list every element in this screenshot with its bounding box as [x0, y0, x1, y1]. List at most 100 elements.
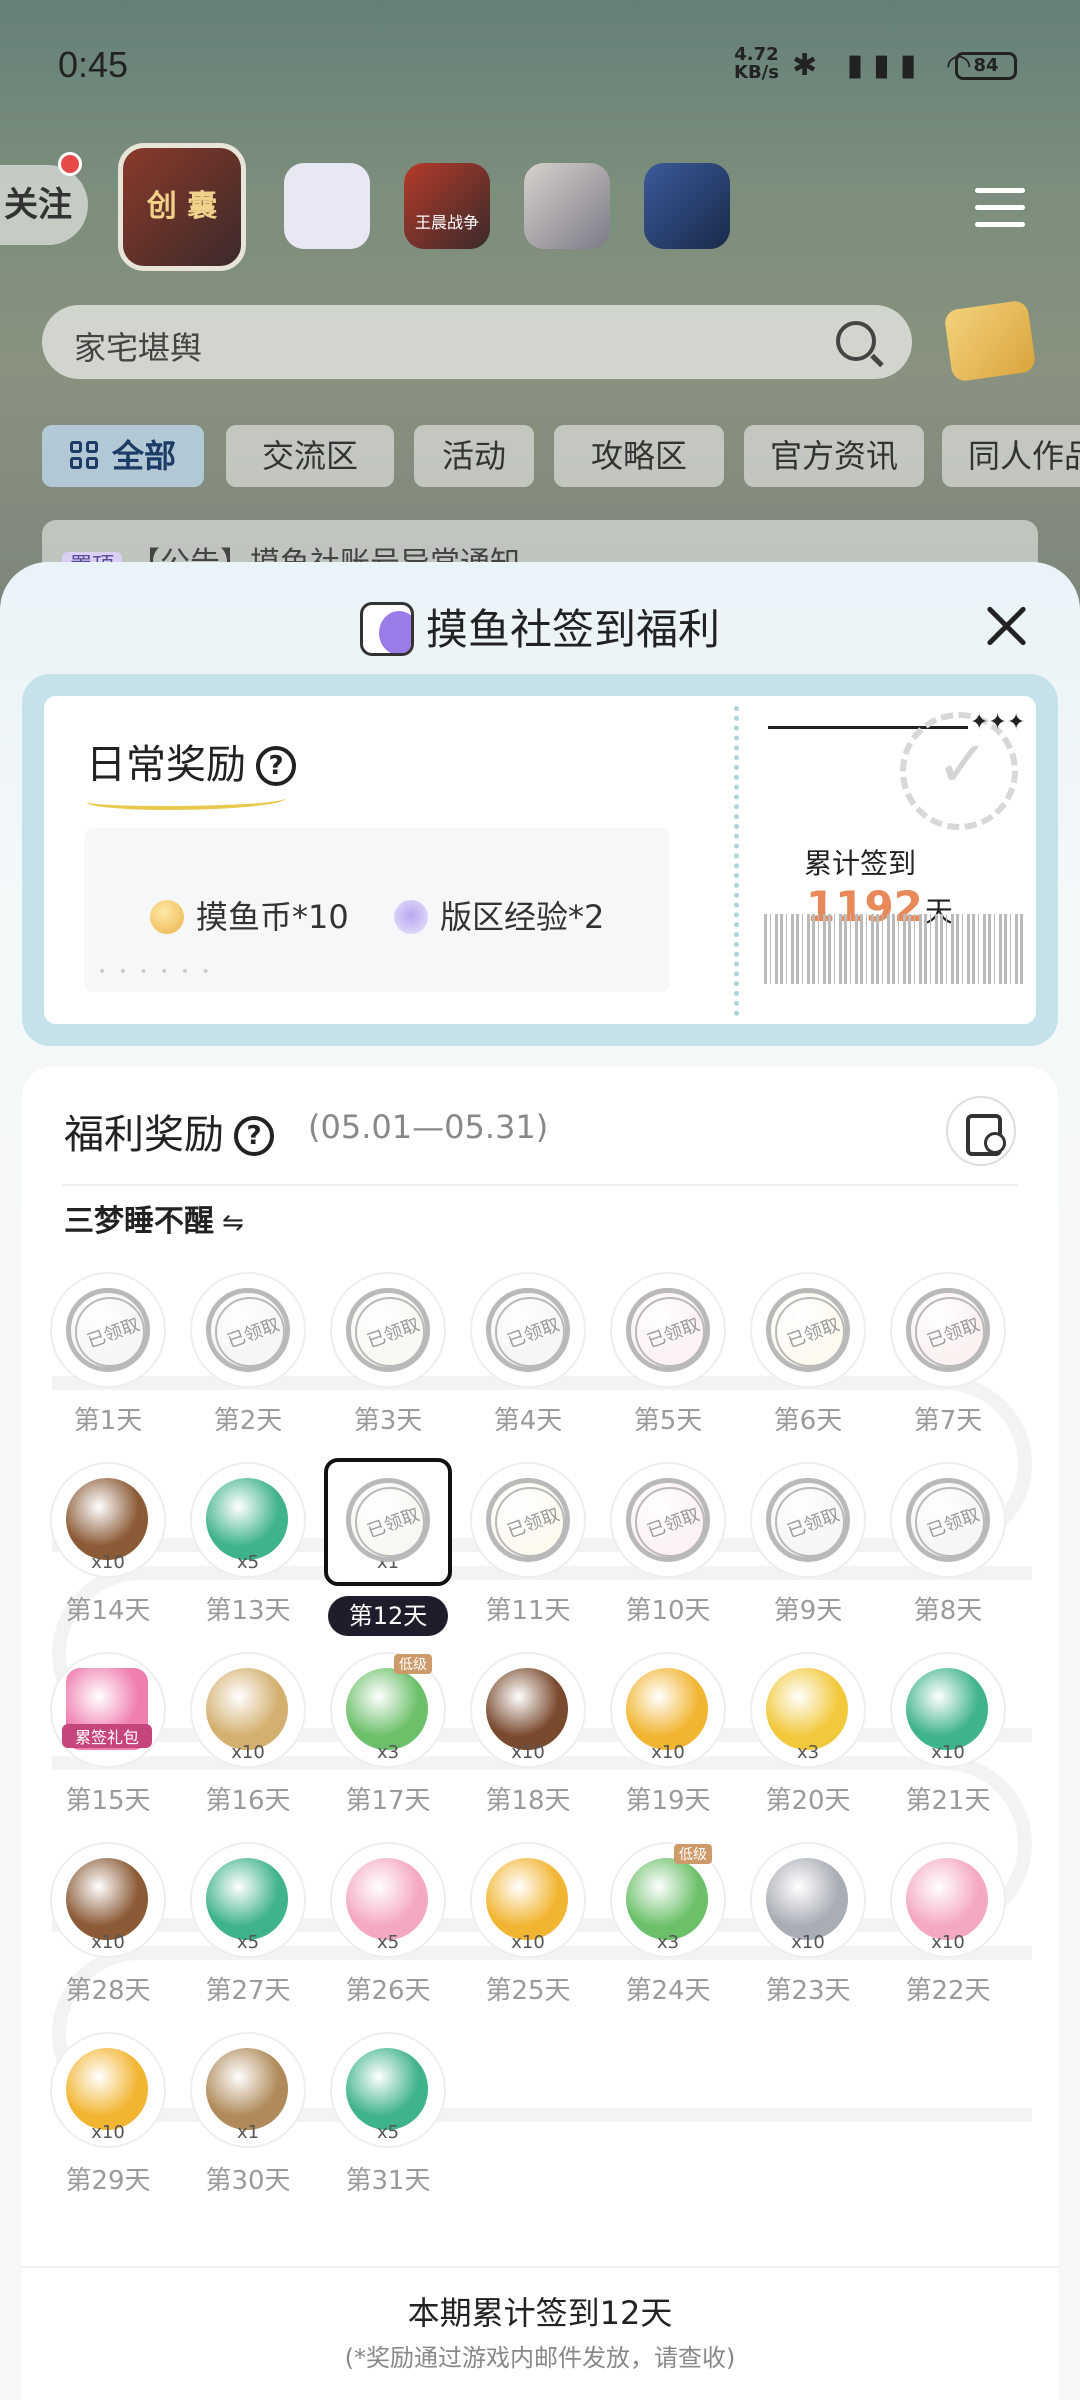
search-icon[interactable]	[836, 321, 876, 361]
reward-day[interactable]: x10 第16天	[188, 1652, 308, 1822]
day-label: 第30天	[205, 2166, 291, 2196]
reward-quantity: x10	[511, 1742, 545, 1763]
reward-day[interactable]: 累签礼包第15天	[48, 1652, 168, 1822]
reward-day[interactable]: x5 第27天	[188, 1842, 308, 2012]
tab-fan-works[interactable]: 同人作品	[942, 425, 1080, 487]
reward-day[interactable]: x10 第19天	[608, 1652, 728, 1822]
reward-day[interactable]: 已领取 第6天	[748, 1272, 868, 1442]
reward-quantity: x5	[236, 1932, 260, 1953]
reward-day[interactable]: x10 第18天	[468, 1652, 588, 1822]
reward-day[interactable]: x5 第13天	[188, 1462, 308, 1632]
reward-day[interactable]: 已领取 第3天	[328, 1272, 448, 1442]
reward-day[interactable]: 已领取 第1天	[48, 1272, 168, 1442]
reward-day[interactable]: x10 第29天	[48, 2032, 168, 2202]
reward-quantity: x1	[236, 2122, 260, 2143]
help-icon[interactable]: ?	[256, 746, 296, 786]
reward-day[interactable]: 低级 x3 第17天	[328, 1652, 448, 1822]
reward-day[interactable]: x10 第25天	[468, 1842, 588, 2012]
reward-quantity: x10	[931, 1932, 965, 1953]
checkin-sheet: 摸鱼社签到福利 日常奖励? 摸鱼币*10 版区经验*2 • • • • • •	[0, 562, 1080, 2400]
reward-item-icon	[66, 2048, 148, 2130]
reward-item-icon	[66, 1478, 148, 1560]
reward-day[interactable]: x5 第26天	[328, 1842, 448, 2012]
reward-day[interactable]: 已领取 第9天	[748, 1462, 868, 1632]
reward-quantity: x5	[376, 1932, 400, 1953]
day-label: 第8天	[913, 1596, 983, 1626]
fish-app-icon[interactable]	[284, 163, 370, 249]
claimed-stamp-icon: 已领取	[626, 1288, 710, 1372]
checkin-icon[interactable]	[943, 299, 1037, 383]
day-label: 第10天	[625, 1596, 711, 1626]
calendar-history-icon[interactable]	[946, 1096, 1016, 1166]
reward-quantity: x10	[231, 1742, 265, 1763]
reward-item-icon	[626, 1858, 708, 1940]
search-bar[interactable]: 家宅堪舆	[42, 305, 912, 379]
close-icon[interactable]	[982, 600, 1032, 650]
reward-day[interactable]: x3 第20天	[748, 1652, 868, 1822]
reward-day[interactable]: x10 第28天	[48, 1842, 168, 2012]
menu-icon[interactable]	[975, 188, 1025, 228]
tab-official-news[interactable]: 官方资讯	[744, 425, 924, 487]
reward-quantity: x3	[656, 1932, 680, 1953]
claimed-stamp-icon: 已领取	[486, 1288, 570, 1372]
gift-label: 累签礼包	[62, 1724, 152, 1748]
claimed-stamp-icon: 已领取	[766, 1288, 850, 1372]
star-badge-icon	[394, 900, 428, 934]
robot-game-icon[interactable]	[644, 163, 730, 249]
daily-reward-title: 日常奖励?	[86, 732, 296, 790]
account-switch[interactable]: 三梦睡不醒 ⇋	[64, 1196, 244, 1240]
reward-day[interactable]: 低级 x3 第24天	[608, 1842, 728, 2012]
tab-events[interactable]: 活动	[414, 425, 534, 487]
reward-day[interactable]: 已领取 第10天	[608, 1462, 728, 1632]
coin-icon	[150, 900, 184, 934]
reward-day[interactable]: 已领取 第2天	[188, 1272, 308, 1442]
reward-item-icon: 累签礼包	[62, 1668, 152, 1750]
reward-day[interactable]: 已领取 第7天	[888, 1272, 1008, 1442]
reward-day[interactable]: x10 第22天	[888, 1842, 1008, 2012]
reward-day[interactable]: 已领取 第8天	[888, 1462, 1008, 1632]
reward-day[interactable]: 已领取 第4天	[468, 1272, 588, 1442]
reward-item-icon	[206, 1858, 288, 1940]
featured-game-icon[interactable]: 创 囊	[118, 143, 246, 271]
claimed-text: 已领取	[504, 1314, 563, 1353]
day-label: 第31天	[345, 2166, 431, 2196]
reward-day[interactable]: x10 第23天	[748, 1842, 868, 2012]
reward-quantity: x3	[376, 1742, 400, 1763]
tab-all[interactable]: 全部	[42, 425, 204, 487]
reward-day[interactable]: 已领取第5天	[608, 1272, 728, 1442]
claimed-stamp-icon: 已领取	[766, 1478, 850, 1562]
reward-item-icon	[906, 1668, 988, 1750]
signal-icons: ✱ ▮▮▮ ◠	[792, 48, 982, 83]
reward-quantity: x10	[931, 1742, 965, 1763]
claimed-stamp-icon: 已领取	[906, 1288, 990, 1372]
day-label: 第5天	[633, 1406, 703, 1436]
follow-button[interactable]: 关注	[0, 165, 88, 245]
king-war-game-icon[interactable]: 王晨战争	[404, 163, 490, 249]
day-label: 第28天	[65, 1976, 151, 2006]
reward-item-icon	[206, 1668, 288, 1750]
reward-day[interactable]: x1 第30天	[188, 2032, 308, 2202]
reward-day[interactable]: x10 第21天	[888, 1652, 1008, 1822]
reward-day[interactable]: 已领取 第11天	[468, 1462, 588, 1632]
help-icon[interactable]: ?	[234, 1116, 274, 1156]
anime-girl-game-icon[interactable]	[524, 163, 610, 249]
reward-quantity: x10	[91, 2122, 125, 2143]
title-underline	[86, 790, 286, 810]
tab-guides[interactable]: 攻略区	[554, 425, 724, 487]
reward-item-icon	[766, 1858, 848, 1940]
day-label: 第17天	[345, 1786, 431, 1816]
day-label: 第20天	[765, 1786, 851, 1816]
reward-day[interactable]: x1 已领取 第12天	[324, 1458, 452, 1636]
claimed-text: 已领取	[924, 1314, 983, 1353]
claimed-stamp-icon: 已领取	[346, 1478, 430, 1562]
day-label: 第18天	[485, 1786, 571, 1816]
day-label: 第1天	[73, 1406, 143, 1436]
reward-day[interactable]: x5 第31天	[328, 2032, 448, 2202]
reward-item-icon	[626, 1668, 708, 1750]
tab-discussion[interactable]: 交流区	[226, 425, 394, 487]
tier-badge: 低级	[394, 1654, 432, 1674]
claimed-text: 已领取	[504, 1504, 563, 1543]
day-label: 第15天	[65, 1786, 151, 1816]
reward-day[interactable]: x10 第14天	[48, 1462, 168, 1632]
exp-reward: 版区经验*2	[394, 892, 604, 938]
